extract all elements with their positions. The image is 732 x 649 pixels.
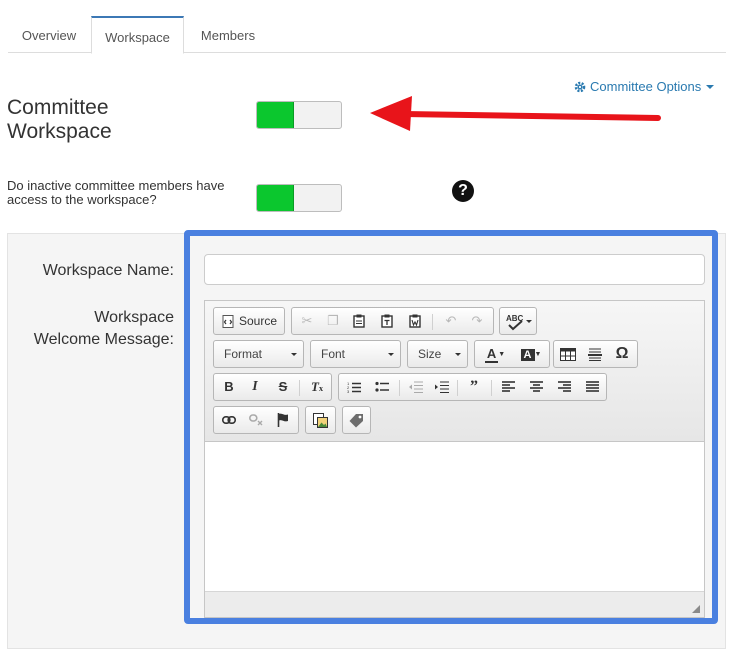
chevron-down-icon (455, 353, 461, 356)
cut-icon[interactable]: ✂ (296, 311, 318, 331)
paste-word-icon[interactable] (404, 311, 426, 331)
image-icon (313, 413, 328, 428)
source-icon (222, 315, 234, 328)
copy-icon[interactable]: ❐ (322, 311, 344, 331)
bold-icon[interactable]: B (218, 377, 240, 397)
committee-options-dropdown[interactable]: Committee Options (574, 79, 715, 94)
remove-format-icon[interactable]: Tx (306, 377, 328, 397)
image-button[interactable] (305, 406, 336, 434)
size-dropdown[interactable]: Size (407, 340, 468, 368)
align-left-icon[interactable] (497, 377, 519, 397)
committee-options-label: Committee Options (590, 79, 702, 94)
format-dropdown[interactable]: Format (213, 340, 304, 368)
resize-handle-icon[interactable] (692, 605, 700, 613)
outdent-icon[interactable] (405, 377, 427, 397)
help-icon[interactable]: ? (452, 180, 474, 202)
toolbar-separator (432, 314, 433, 330)
links-group (213, 406, 299, 434)
insert-group: Ω (553, 340, 638, 368)
editor-content-area[interactable] (205, 442, 704, 591)
horizontal-line-icon[interactable] (584, 344, 606, 364)
workspace-name-input[interactable] (204, 254, 705, 285)
paragraph-group: 123 ” (338, 373, 607, 401)
align-center-icon[interactable] (525, 377, 547, 397)
unlink-icon[interactable] (245, 410, 267, 430)
anchor-icon[interactable] (272, 410, 294, 430)
table-icon[interactable] (557, 344, 579, 364)
bulleted-list-icon[interactable] (371, 377, 393, 397)
basic-styles-group: B I S Tx (213, 373, 332, 401)
blockquote-icon[interactable]: ” (463, 377, 485, 397)
clipboard-group: ✂ ❐ ↶ ↷ (291, 307, 494, 335)
indent-icon[interactable] (431, 377, 453, 397)
special-char-icon[interactable]: Ω (611, 344, 633, 364)
text-color-icon[interactable]: A ▼ (480, 344, 510, 364)
italic-icon[interactable]: I (244, 377, 266, 397)
editor-status-bar (205, 591, 704, 617)
editor-toolbar: Source ✂ ❐ ↶ ↷ ABC Format Font Size A ▼ … (205, 301, 704, 442)
tag-icon (349, 414, 363, 428)
chevron-down-icon (388, 353, 394, 356)
committee-workspace-label: Committee Workspace (7, 96, 112, 143)
chevron-down-icon (706, 85, 715, 89)
paste-text-icon[interactable] (376, 311, 398, 331)
svg-text:3: 3 (347, 389, 350, 393)
gear-icon (574, 81, 586, 93)
tab-workspace[interactable]: Workspace (91, 16, 184, 54)
chevron-down-icon (291, 353, 297, 356)
inactive-members-access-toggle[interactable] (256, 184, 342, 212)
spellcheck-icon: ABC (506, 314, 524, 331)
background-color-icon[interactable]: A ▼ (516, 344, 546, 364)
align-right-icon[interactable] (553, 377, 575, 397)
paste-icon[interactable] (348, 311, 370, 331)
committee-workspace-toggle[interactable] (256, 101, 342, 129)
color-group: A ▼ A ▼ (474, 340, 550, 368)
spellcheck-button[interactable]: ABC (499, 307, 537, 335)
red-arrow-annotation (370, 96, 661, 131)
link-icon[interactable] (218, 410, 240, 430)
welcome-message-editor: Source ✂ ❐ ↶ ↷ ABC Format Font Size A ▼ … (204, 300, 705, 618)
toolbar-separator (491, 380, 492, 396)
workspace-name-label: Workspace Name: (42, 262, 174, 279)
toolbar-separator (399, 380, 400, 396)
toolbar-separator (299, 380, 300, 396)
welcome-message-label: Workspace Welcome Message: (33, 309, 174, 348)
redo-icon[interactable]: ↷ (466, 311, 488, 331)
font-dropdown[interactable]: Font (310, 340, 401, 368)
tag-button[interactable] (342, 406, 371, 434)
tab-overview[interactable]: Overview (8, 16, 90, 53)
strike-icon[interactable]: S (272, 377, 294, 397)
undo-icon[interactable]: ↶ (440, 311, 462, 331)
justify-icon[interactable] (581, 377, 603, 397)
numbered-list-icon[interactable]: 123 (343, 377, 365, 397)
tab-bar: Overview Workspace Members (8, 16, 726, 54)
tab-members[interactable]: Members (186, 16, 270, 53)
inactive-members-access-label: Do inactive committee members have acces… (7, 178, 225, 207)
source-button[interactable]: Source (213, 307, 285, 335)
toolbar-separator (457, 380, 458, 396)
